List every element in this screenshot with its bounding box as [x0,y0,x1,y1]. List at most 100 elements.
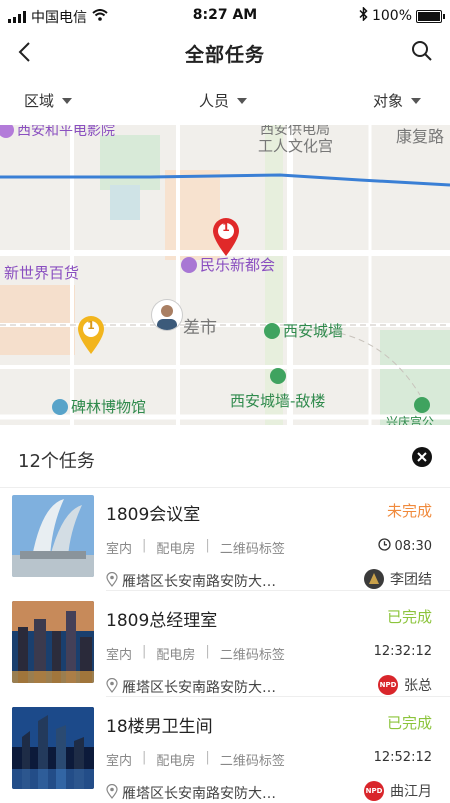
tag-separator: | [142,750,147,765]
map-label-xingqing: 兴庆宫公 [386,415,435,425]
map-label-peace-cinema: 西安和平电影院 [0,125,115,140]
close-icon[interactable] [412,447,432,467]
task-assignee-name: 张总 [404,678,432,694]
task-assignee-name: 曲江月 [390,784,432,800]
tag-type: 二维码标签 [219,542,285,557]
avatar-map-marker[interactable] [152,300,182,330]
task-thumbnail [12,495,94,577]
task-time-value: 08:30 [394,539,432,554]
map-view[interactable]: 西安和平电影院 西安供电局 工人文化宫 康复路 1 民乐新都会 新世界百货 差市… [0,125,450,425]
task-tags: 室内 | 配电房 | 二维码标签 [106,750,285,769]
museum-icon [52,398,68,415]
tag-separator: | [142,538,147,553]
task-title: 1809会议室 [106,505,201,525]
tag-category: 配电房 [156,754,196,769]
task-assignee-name: 李团结 [390,572,432,588]
task-assignee: NPD 张总 [378,675,432,695]
npd-avatar-icon: NPD [364,781,384,801]
map-label-chashi: 差市 [183,318,217,338]
location-pin-icon [106,677,118,697]
tag-type: 二维码标签 [219,754,285,769]
tag-location: 室内 [106,648,133,663]
filter-area[interactable]: 区域 [24,90,73,111]
tag-separator: | [205,750,210,765]
map-label-workers-palace: 工人文化宫 [258,137,334,155]
map-label-text: 碑林博物馆 [71,398,147,416]
tag-category: 配电房 [156,648,196,663]
caret-down-icon [62,97,73,104]
caret-down-icon [237,97,248,104]
park-icon [414,397,430,413]
map-label-text: 西安和平电影院 [17,125,115,139]
red-pin-number: 1 [222,221,230,234]
filter-area-label: 区域 [24,92,55,110]
task-assignee: 李团结 [364,569,432,589]
caret-down-icon [411,97,422,104]
map-label-city-wall-gate: 西安城墙-敌楼 [230,392,326,410]
task-title: 1809总经理室 [106,611,218,631]
tag-category: 配电房 [156,542,196,557]
battery-percent: 100% [371,8,412,24]
map-label-new-world: 新世界百货 [4,264,80,282]
task-time-value: 12:32:12 [373,644,432,659]
filter-object-label: 对象 [373,92,404,110]
shopping-icon [181,256,197,273]
tag-type: 二维码标签 [219,648,285,663]
task-time-value: 12:52:12 [373,750,432,765]
task-assignee: NPD 曲江月 [364,781,432,801]
npd-avatar-icon: NPD [378,675,398,695]
tag-location: 室内 [106,542,133,557]
map-label-text: 西安城墙 [283,322,344,340]
task-address-text: 雁塔区长安南路安防大… [122,680,276,696]
tag-separator: | [205,644,210,659]
task-sheet: 12个任务 1809会议室 未完成 室内 | 配电房 | 二维码标签 08:30… [0,425,450,803]
task-status: 已完成 [386,608,432,626]
map-label-stele-museum: 碑林博物馆 [52,396,146,417]
location-pin-icon [106,571,118,591]
task-address-text: 雁塔区长安南路安防大… [122,574,276,590]
task-row[interactable]: 1809总经理室 已完成 室内 | 配电房 | 二维码标签 12:32:12 雁… [0,591,450,697]
battery-icon [416,9,445,23]
task-time: 12:32:12 [374,644,432,659]
status-bar: 中国电信 8:27 AM 100% [0,0,450,32]
clock-icon [377,538,391,555]
task-title: 18楼男卫生间 [106,717,213,737]
task-thumbnail [12,707,94,789]
search-icon[interactable] [410,39,434,63]
task-tags: 室内 | 配电房 | 二维码标签 [106,538,285,557]
user-avatar [364,569,384,589]
task-count: 12个任务 [18,451,95,472]
task-address: 雁塔区长安南路安防大… [106,571,276,591]
map-label-city-wall: 西安城墙 [264,320,343,341]
task-tags: 室内 | 配电房 | 二维码标签 [106,644,285,663]
task-time: 12:52:12 [374,750,432,765]
task-status: 已完成 [386,714,432,732]
tag-separator: | [205,538,210,553]
filter-person[interactable]: 人员 [199,90,248,111]
filter-object[interactable]: 对象 [373,90,422,111]
sheet-header: 12个任务 [0,425,450,488]
task-address-text: 雁塔区长安南路安防大… [122,786,276,802]
tag-separator: | [142,644,147,659]
nav-bar: 全部任务 [0,32,450,72]
map-label-kangfu-road: 康复路 [396,127,445,146]
filter-bar: 区域 人员 对象 [0,82,450,122]
status-right: 100% [359,6,445,25]
bluetooth-icon [359,6,368,25]
task-thumbnail [12,601,94,683]
landmark-icon [270,368,286,384]
page-title: 全部任务 [184,44,265,66]
cinema-icon [0,125,14,138]
landmark-icon [264,322,280,339]
map-label-text: 民乐新都会 [200,256,276,274]
task-time: 08:30 [377,538,432,555]
task-row[interactable]: 18楼男卫生间 已完成 室内 | 配电房 | 二维码标签 12:52:12 雁塔… [0,697,450,803]
tag-location: 室内 [106,754,133,769]
task-address: 雁塔区长安南路安防大… [106,677,276,697]
filter-person-label: 人员 [199,92,230,110]
task-row[interactable]: 1809会议室 未完成 室内 | 配电房 | 二维码标签 08:30 雁塔区长安… [0,485,450,591]
task-status: 未完成 [386,502,432,520]
battery-fill [418,11,440,21]
map-label-minle: 民乐新都会 [181,254,275,275]
task-address: 雁塔区长安南路安防大… [106,783,276,803]
